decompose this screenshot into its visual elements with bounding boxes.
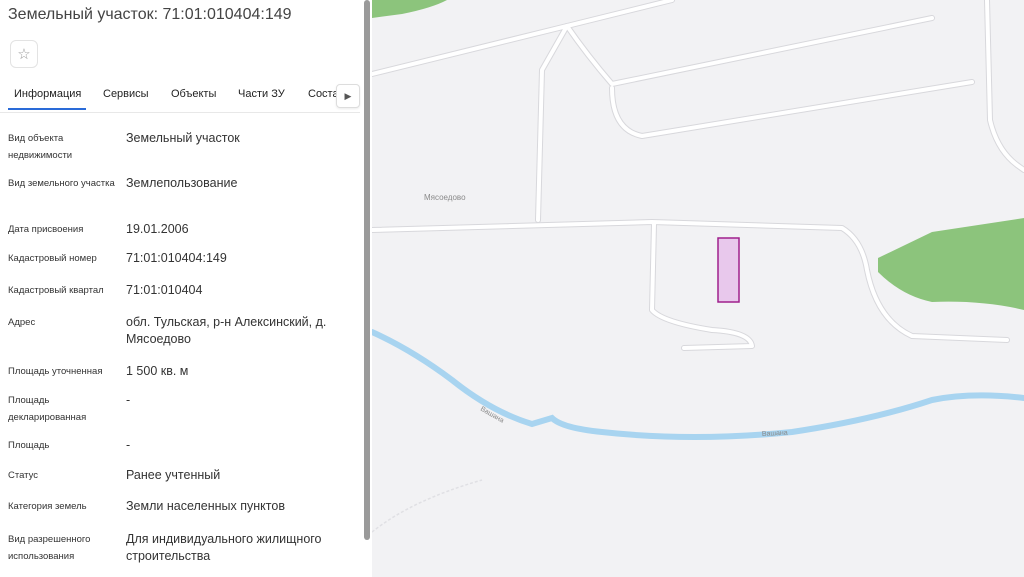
chevron-right-icon: ▶ xyxy=(344,90,352,101)
panel-scrollbar[interactable] xyxy=(364,0,370,540)
tab-information[interactable]: Информация xyxy=(14,88,81,100)
field-value: Ранее учтенный xyxy=(126,468,221,482)
field-label: Статус xyxy=(8,470,39,481)
field-label: Кадастровый квартал xyxy=(8,285,104,296)
field-value: Землепользование xyxy=(126,176,238,190)
tab-scroll-button[interactable]: ▶ xyxy=(336,84,360,108)
field-label: Кадастровый номер xyxy=(8,253,97,264)
active-tab-indicator xyxy=(8,108,86,110)
field-value: 1 500 кв. м xyxy=(126,364,189,378)
field-value: обл. Тульская, р-н Алексинский, д. Мясое… xyxy=(126,315,327,346)
map-view[interactable]: Мясоедово Вашана Вашана xyxy=(372,0,1024,577)
tab-objects[interactable]: Объекты xyxy=(171,88,216,100)
page-title: Земельный участок: 71:01:010404:149 xyxy=(8,6,292,23)
field-label: Дата присвоения xyxy=(8,224,84,235)
info-panel: Земельный участок: 71:01:010404:149 ☆ Ин… xyxy=(0,0,372,577)
tab-bar: Информация Сервисы Объекты Части ЗУ Сост… xyxy=(0,82,360,113)
field-label: Площадь xyxy=(8,440,50,451)
field-label: Площадь декларированная xyxy=(8,395,87,423)
village-label: Мясоедово xyxy=(424,193,466,202)
tab-parts[interactable]: Части ЗУ xyxy=(238,88,285,100)
favorite-button[interactable]: ☆ xyxy=(10,40,38,68)
field-value: 71:01:010404 xyxy=(126,283,203,297)
field-label: Вид разрешенного использования xyxy=(8,534,91,562)
river-label: Вашана xyxy=(762,430,788,438)
land-parcel[interactable] xyxy=(717,237,740,303)
field-value: - xyxy=(126,393,131,407)
tab-services[interactable]: Сервисы xyxy=(103,88,149,100)
field-label: Адрес xyxy=(8,317,36,328)
field-value: 71:01:010404:149 xyxy=(126,251,227,265)
field-label: Площадь уточненная xyxy=(8,366,103,377)
field-value: Для индивидуального жилищного строительс… xyxy=(126,532,322,563)
star-icon: ☆ xyxy=(17,46,31,63)
field-value: Земли населенных пунктов xyxy=(126,499,285,513)
field-label: Вид земельного участка xyxy=(8,178,115,189)
field-label: Категория земель xyxy=(8,501,87,512)
field-value: 19.01.2006 xyxy=(126,222,189,236)
field-value: Земельный участок xyxy=(126,131,240,145)
field-label: Вид объекта недвижимости xyxy=(8,133,73,161)
field-value: - xyxy=(126,438,131,452)
